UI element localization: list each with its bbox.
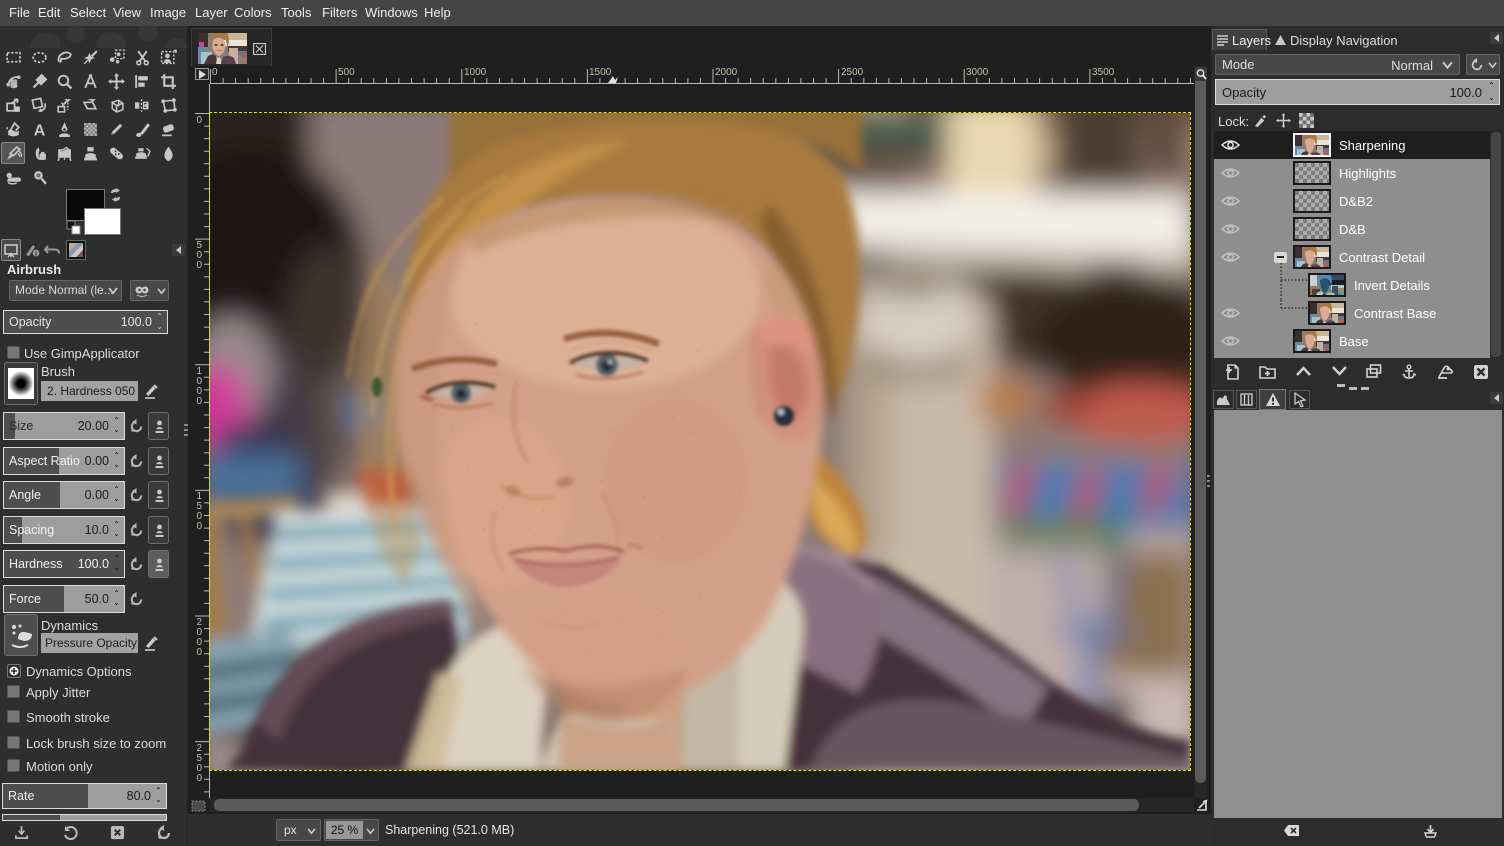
svg-text:A: A <box>33 122 45 138</box>
svg-text:i: i <box>35 251 37 258</box>
